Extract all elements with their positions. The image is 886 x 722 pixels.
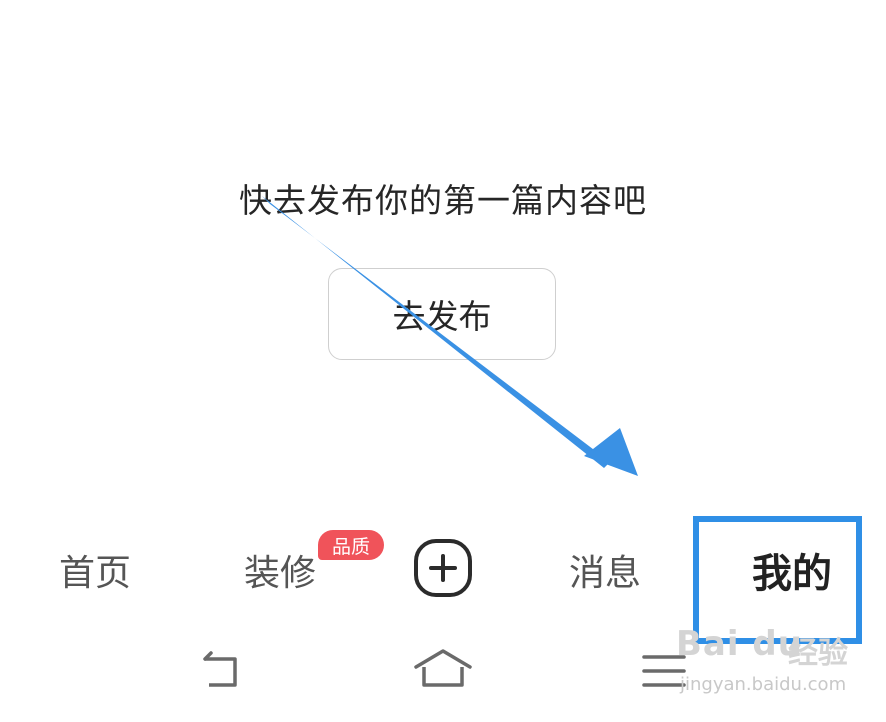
tab-home[interactable]: 首页: [40, 520, 150, 620]
arrow-head: [584, 428, 638, 476]
plus-circle-icon: [414, 539, 472, 597]
watermark-label: 经验: [788, 636, 848, 671]
home-button[interactable]: [410, 645, 472, 701]
publish-button[interactable]: 去发布: [328, 268, 556, 360]
watermark-url: jingyan.baidu.com: [680, 674, 847, 695]
quality-badge: 品质: [318, 530, 384, 560]
back-button[interactable]: [195, 645, 255, 701]
back-icon: [203, 651, 237, 687]
tab-decor[interactable]: 装修: [225, 520, 335, 620]
tab-messages[interactable]: 消息: [550, 520, 660, 620]
home-icon: [414, 649, 472, 687]
baidu-jingyan-watermark: Bai du 经验 jingyan.baidu.com: [676, 624, 876, 714]
empty-state-message: 快去发布你的第一篇内容吧: [239, 181, 647, 220]
watermark-logo: Bai du: [676, 624, 803, 664]
post-plus-button[interactable]: [413, 538, 473, 598]
